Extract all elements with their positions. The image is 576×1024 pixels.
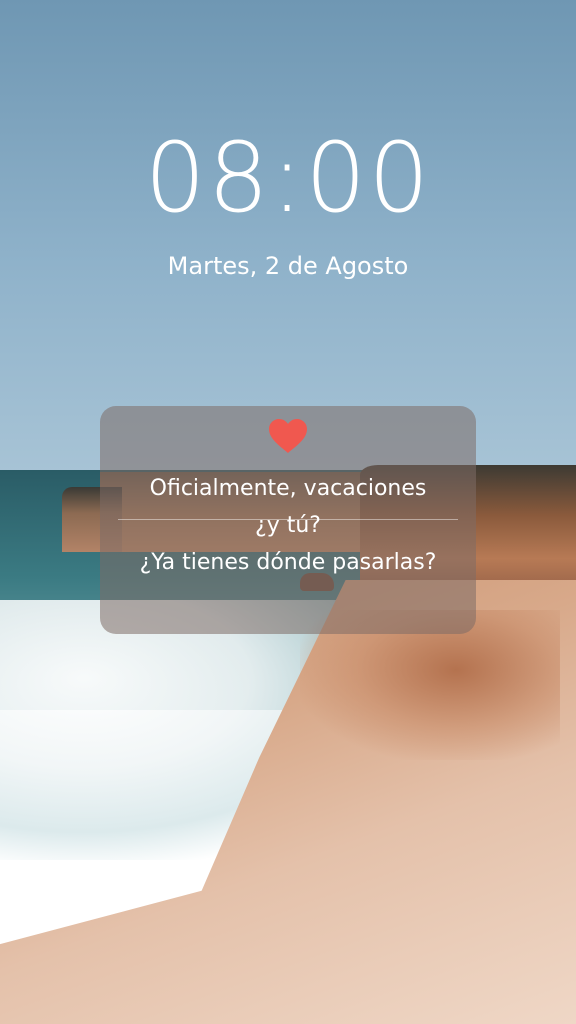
notification-line-3: ¿Ya tienes dónde pasarlas? <box>139 550 437 575</box>
notification-line-2: ¿y tú? <box>255 513 321 538</box>
notification-line-1: Oficialmente, vacaciones <box>149 476 427 501</box>
clock-time: 08:00 <box>144 122 432 234</box>
clock-date: Martes, 2 de Agosto <box>167 252 409 280</box>
heart-icon <box>269 419 307 453</box>
